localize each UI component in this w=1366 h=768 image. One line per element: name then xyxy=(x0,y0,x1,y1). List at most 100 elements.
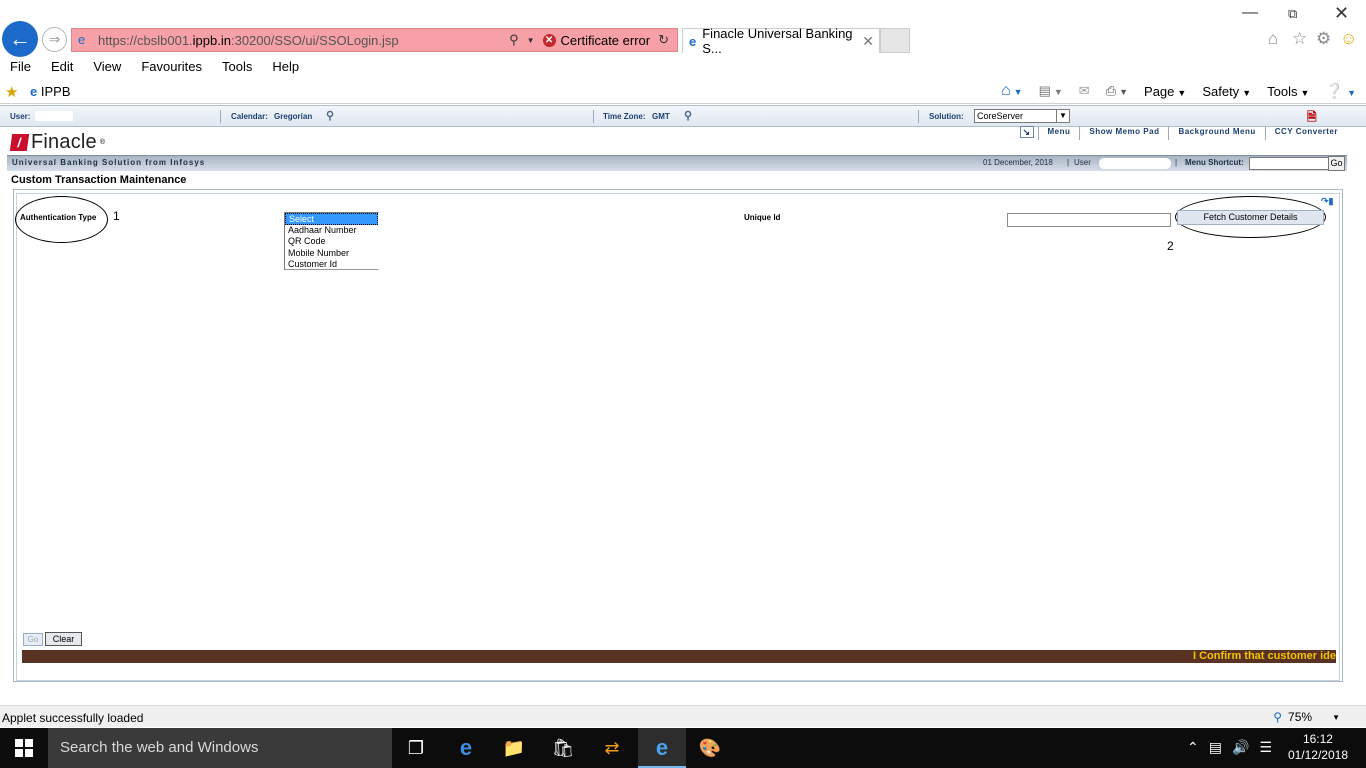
certificate-error-button[interactable]: ✕ Certificate error xyxy=(542,33,650,48)
sync-app-icon[interactable]: ⇄ xyxy=(599,736,625,760)
internet-explorer-icon: e xyxy=(655,735,669,760)
app-header-bar: Universal Banking Solution from Infosys … xyxy=(7,155,1347,171)
menu-view[interactable]: View xyxy=(83,56,131,78)
chevron-down-icon: ▼ xyxy=(1332,712,1340,722)
authentication-type-listbox[interactable]: Select Aadhaar Number QR Code Mobile Num… xyxy=(284,212,379,270)
add-favourite-icon[interactable]: ★ xyxy=(5,83,18,101)
address-bar[interactable]: e https://cbslb001.ippb.in:30200/SSO/ui/… xyxy=(71,28,678,52)
menu-link[interactable]: Menu xyxy=(1037,126,1080,140)
user-redacted xyxy=(35,111,73,121)
mail-icon[interactable]: ✉ xyxy=(1079,83,1090,99)
task-view-icon[interactable]: ❐ xyxy=(403,736,429,760)
close-window-icon[interactable]: ✕ xyxy=(1334,3,1349,24)
gear-icon[interactable]: ⚙ xyxy=(1316,29,1331,49)
feeds-icon[interactable]: ▤ ▼ xyxy=(1039,83,1063,99)
option-aadhaar-number[interactable]: Aadhaar Number xyxy=(285,225,378,237)
clock-date: 01/12/2018 xyxy=(1287,748,1348,762)
user-text: User xyxy=(1074,158,1091,167)
background-menu-link[interactable]: Background Menu xyxy=(1168,126,1264,140)
menu-favourites[interactable]: Favourites xyxy=(131,56,212,78)
forward-arrow-icon: ⇒ xyxy=(48,31,61,47)
back-button[interactable]: ← xyxy=(2,21,38,57)
confirmation-ticker: I Confirm that customer ide xyxy=(22,650,1336,663)
finacle-app: User: Calendar: Gregorian ⚲ Time Zone: G… xyxy=(0,105,1366,701)
menu-shortcut-input[interactable] xyxy=(1249,157,1329,170)
timezone-search-icon[interactable]: ⚲ xyxy=(684,109,692,122)
ticker-text: I Confirm that customer ide xyxy=(1192,650,1336,662)
zoom-control[interactable]: ⚲ 75% ▼ xyxy=(1273,710,1340,724)
tools-menu[interactable]: Tools ▼ xyxy=(1267,84,1309,99)
calendar-search-icon[interactable]: ⚲ xyxy=(326,109,334,122)
clear-button[interactable]: Clear xyxy=(45,632,82,646)
start-button[interactable] xyxy=(0,728,48,768)
ccy-converter-link[interactable]: CCY Converter xyxy=(1264,126,1347,140)
option-qr-code[interactable]: QR Code xyxy=(285,236,378,248)
network-icon[interactable]: ▤ xyxy=(1209,739,1222,756)
ie-tab-icon: e xyxy=(689,33,697,49)
show-memo-pad-link[interactable]: Show Memo Pad xyxy=(1079,126,1168,140)
status-message: Applet successfully loaded xyxy=(2,711,144,725)
internet-explorer-taskbar-button[interactable]: e xyxy=(638,728,686,768)
menu-help[interactable]: Help xyxy=(262,56,309,78)
zoom-icon: ⚲ xyxy=(1273,710,1283,724)
menu-tools[interactable]: Tools xyxy=(212,56,262,78)
solution-select[interactable]: CoreServer ▼ xyxy=(974,109,1070,123)
tagline: Universal Banking Solution from Infosys xyxy=(12,158,206,167)
zoom-level: 75% xyxy=(1288,710,1313,724)
top-menu: ↘ Menu Show Memo Pad Background Menu CCY… xyxy=(1019,126,1348,140)
favourites-star-icon[interactable]: ☆ xyxy=(1292,29,1307,49)
volume-icon[interactable]: 🔊 xyxy=(1232,739,1249,756)
file-explorer-icon[interactable]: 📁 xyxy=(501,736,527,760)
business-date: 01 December, 2018 xyxy=(983,158,1053,167)
url-text: https://cbslb001.ippb.in:30200/SSO/ui/SS… xyxy=(98,32,399,48)
clock[interactable]: 16:12 01/12/2018 xyxy=(1288,731,1348,763)
store-icon[interactable]: 🛍 xyxy=(550,736,576,760)
page-menu[interactable]: Page ▼ xyxy=(1144,84,1186,99)
home-icon[interactable]: ⌂ xyxy=(1268,29,1278,49)
new-tab-button[interactable] xyxy=(880,28,910,53)
option-select[interactable]: Select xyxy=(285,213,378,225)
minimize-icon[interactable]: — xyxy=(1242,4,1258,22)
favourite-ippb[interactable]: e IPPB xyxy=(30,84,70,99)
annotation-number-2: 2 xyxy=(1167,239,1174,253)
paint-icon[interactable]: 🎨 xyxy=(697,736,723,760)
finacle-logo-mark: / xyxy=(9,134,30,151)
clock-time: 16:12 xyxy=(1302,732,1333,746)
field-help-icon[interactable]: ↷▮ xyxy=(1321,196,1334,207)
close-tab-icon[interactable]: ✕ xyxy=(862,33,874,50)
ie-page-icon: e xyxy=(78,32,86,47)
action-center-icon[interactable]: ☰ xyxy=(1259,739,1272,756)
taskbar-search[interactable]: Search the web and Windows xyxy=(48,728,392,768)
forward-button[interactable]: ⇒ xyxy=(42,27,67,52)
chevron-up-icon[interactable]: ⌃ xyxy=(1187,739,1199,756)
option-customer-id[interactable]: Customer Id xyxy=(285,259,378,271)
search-icon[interactable]: ⚲ xyxy=(509,32,519,48)
smiley-icon[interactable]: ☺ xyxy=(1340,29,1357,49)
tab-title: Finacle Universal Banking S... xyxy=(702,26,853,56)
refresh-icon[interactable]: ↻ xyxy=(658,32,669,48)
separator: | xyxy=(1175,158,1178,167)
solution-label: Solution: xyxy=(929,112,964,121)
menu-shortcut-go-button[interactable]: Go xyxy=(1328,156,1345,171)
timezone-value: GMT xyxy=(652,112,670,121)
help-icon[interactable]: ❔ ▼ xyxy=(1325,82,1356,100)
dropdown-icon[interactable]: ▼ xyxy=(527,36,535,45)
browser-toolbar: ← ⇒ e https://cbslb001.ippb.in:30200/SSO… xyxy=(0,0,1366,57)
status-bar: Applet successfully loaded ⚲ 75% ▼ xyxy=(0,705,1366,727)
restore-icon[interactable]: ⧉ xyxy=(1288,6,1297,22)
safety-menu[interactable]: Safety ▼ xyxy=(1202,84,1251,99)
edge-icon[interactable]: e xyxy=(453,736,479,760)
menu-arrow-icon[interactable]: ↘ xyxy=(1019,126,1034,138)
session-info-bar: User: Calendar: Gregorian ⚲ Time Zone: G… xyxy=(0,105,1366,127)
option-mobile-number[interactable]: Mobile Number xyxy=(285,248,378,260)
fetch-customer-details-button[interactable]: Fetch Customer Details xyxy=(1177,210,1324,225)
unique-id-label: Unique Id xyxy=(744,213,781,222)
print-icon[interactable]: ⎙ ▼ xyxy=(1106,83,1128,99)
safety-menu-label: Safety xyxy=(1202,83,1240,99)
menu-edit[interactable]: Edit xyxy=(41,56,83,78)
unique-id-input[interactable] xyxy=(1007,213,1171,227)
home-icon[interactable]: ⌂ ▼ xyxy=(1001,82,1023,100)
go-button[interactable]: Go xyxy=(23,633,43,646)
browser-tab[interactable]: e Finacle Universal Banking S... ✕ xyxy=(682,26,880,56)
menu-file[interactable]: File xyxy=(0,56,41,78)
